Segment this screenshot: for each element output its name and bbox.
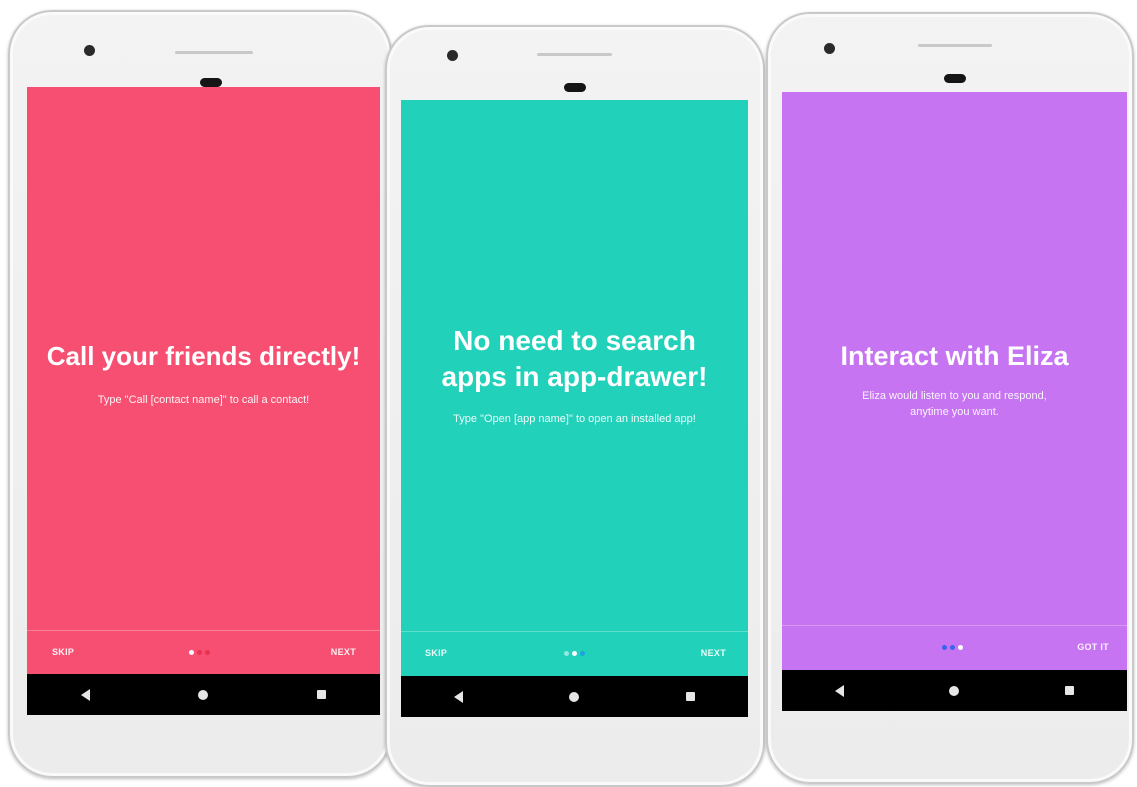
bottom-bar: SKIP NEXT xyxy=(401,631,748,676)
slide-title: Interact with Eliza xyxy=(840,341,1069,371)
page-dot-3 xyxy=(580,651,585,656)
front-camera-icon xyxy=(447,50,458,61)
navigation-bar xyxy=(401,676,748,717)
earpiece-icon xyxy=(944,74,966,83)
bottom-bar: GOT IT xyxy=(782,625,1127,670)
slide-description: Type "Call [contact name]" to call a con… xyxy=(97,394,310,406)
slide-content: No need to search apps in app-drawer! Ty… xyxy=(401,323,748,427)
slide-content: Call your friends directly! Type "Call [… xyxy=(27,338,380,408)
page-dot-3 xyxy=(958,645,963,650)
home-icon[interactable] xyxy=(949,685,960,696)
next-button[interactable]: NEXT xyxy=(701,648,726,658)
slide-title: Call your friends directly! xyxy=(46,341,361,371)
slide-title: No need to search apps in app-drawer! xyxy=(441,325,708,392)
page-dot-2 xyxy=(572,651,577,656)
back-icon[interactable] xyxy=(834,684,844,697)
navigation-bar xyxy=(27,674,380,715)
speaker-slit xyxy=(175,51,253,54)
onboarding-screen-3: Interact with Eliza Eliza would listen t… xyxy=(782,92,1127,711)
page-indicator xyxy=(942,645,963,650)
phone-frame-1: Call your friends directly! Type "Call [… xyxy=(8,10,392,778)
front-camera-icon xyxy=(824,43,835,54)
page-dot-1 xyxy=(564,651,569,656)
back-icon[interactable] xyxy=(81,688,91,701)
skip-button[interactable]: SKIP xyxy=(52,647,74,657)
navigation-bar xyxy=(782,670,1127,711)
next-button[interactable]: NEXT xyxy=(331,647,356,657)
got-it-button[interactable]: GOT IT xyxy=(1077,642,1109,652)
recent-apps-icon[interactable] xyxy=(685,692,695,701)
recent-apps-icon[interactable] xyxy=(1065,686,1075,695)
slide-description: Type "Open [app name]" to open an instal… xyxy=(453,413,696,425)
home-icon[interactable] xyxy=(569,691,580,702)
back-icon[interactable] xyxy=(454,690,464,703)
speaker-slit xyxy=(918,44,992,47)
page-dot-2 xyxy=(197,650,202,655)
recent-apps-icon[interactable] xyxy=(316,690,326,699)
earpiece-icon xyxy=(564,83,586,92)
page-dot-3 xyxy=(205,650,210,655)
skip-button[interactable]: SKIP xyxy=(425,648,447,658)
earpiece-icon xyxy=(200,78,222,87)
slide-content: Interact with Eliza Eliza would listen t… xyxy=(782,338,1127,420)
phone-frame-2: No need to search apps in app-drawer! Ty… xyxy=(385,25,765,787)
page-dot-1 xyxy=(189,650,194,655)
home-icon[interactable] xyxy=(198,689,209,700)
onboarding-screen-2: No need to search apps in app-drawer! Ty… xyxy=(401,100,748,717)
slide-description: Eliza would listen to you and respond, a… xyxy=(862,390,1047,418)
speaker-slit xyxy=(537,53,612,56)
page-dot-1 xyxy=(942,645,947,650)
page-indicator xyxy=(189,650,210,655)
onboarding-screen-1: Call your friends directly! Type "Call [… xyxy=(27,87,380,715)
page-dot-2 xyxy=(950,645,955,650)
page-indicator xyxy=(564,651,585,656)
bottom-bar: SKIP NEXT xyxy=(27,630,380,675)
front-camera-icon xyxy=(84,45,95,56)
phone-frame-3: Interact with Eliza Eliza would listen t… xyxy=(766,12,1134,784)
